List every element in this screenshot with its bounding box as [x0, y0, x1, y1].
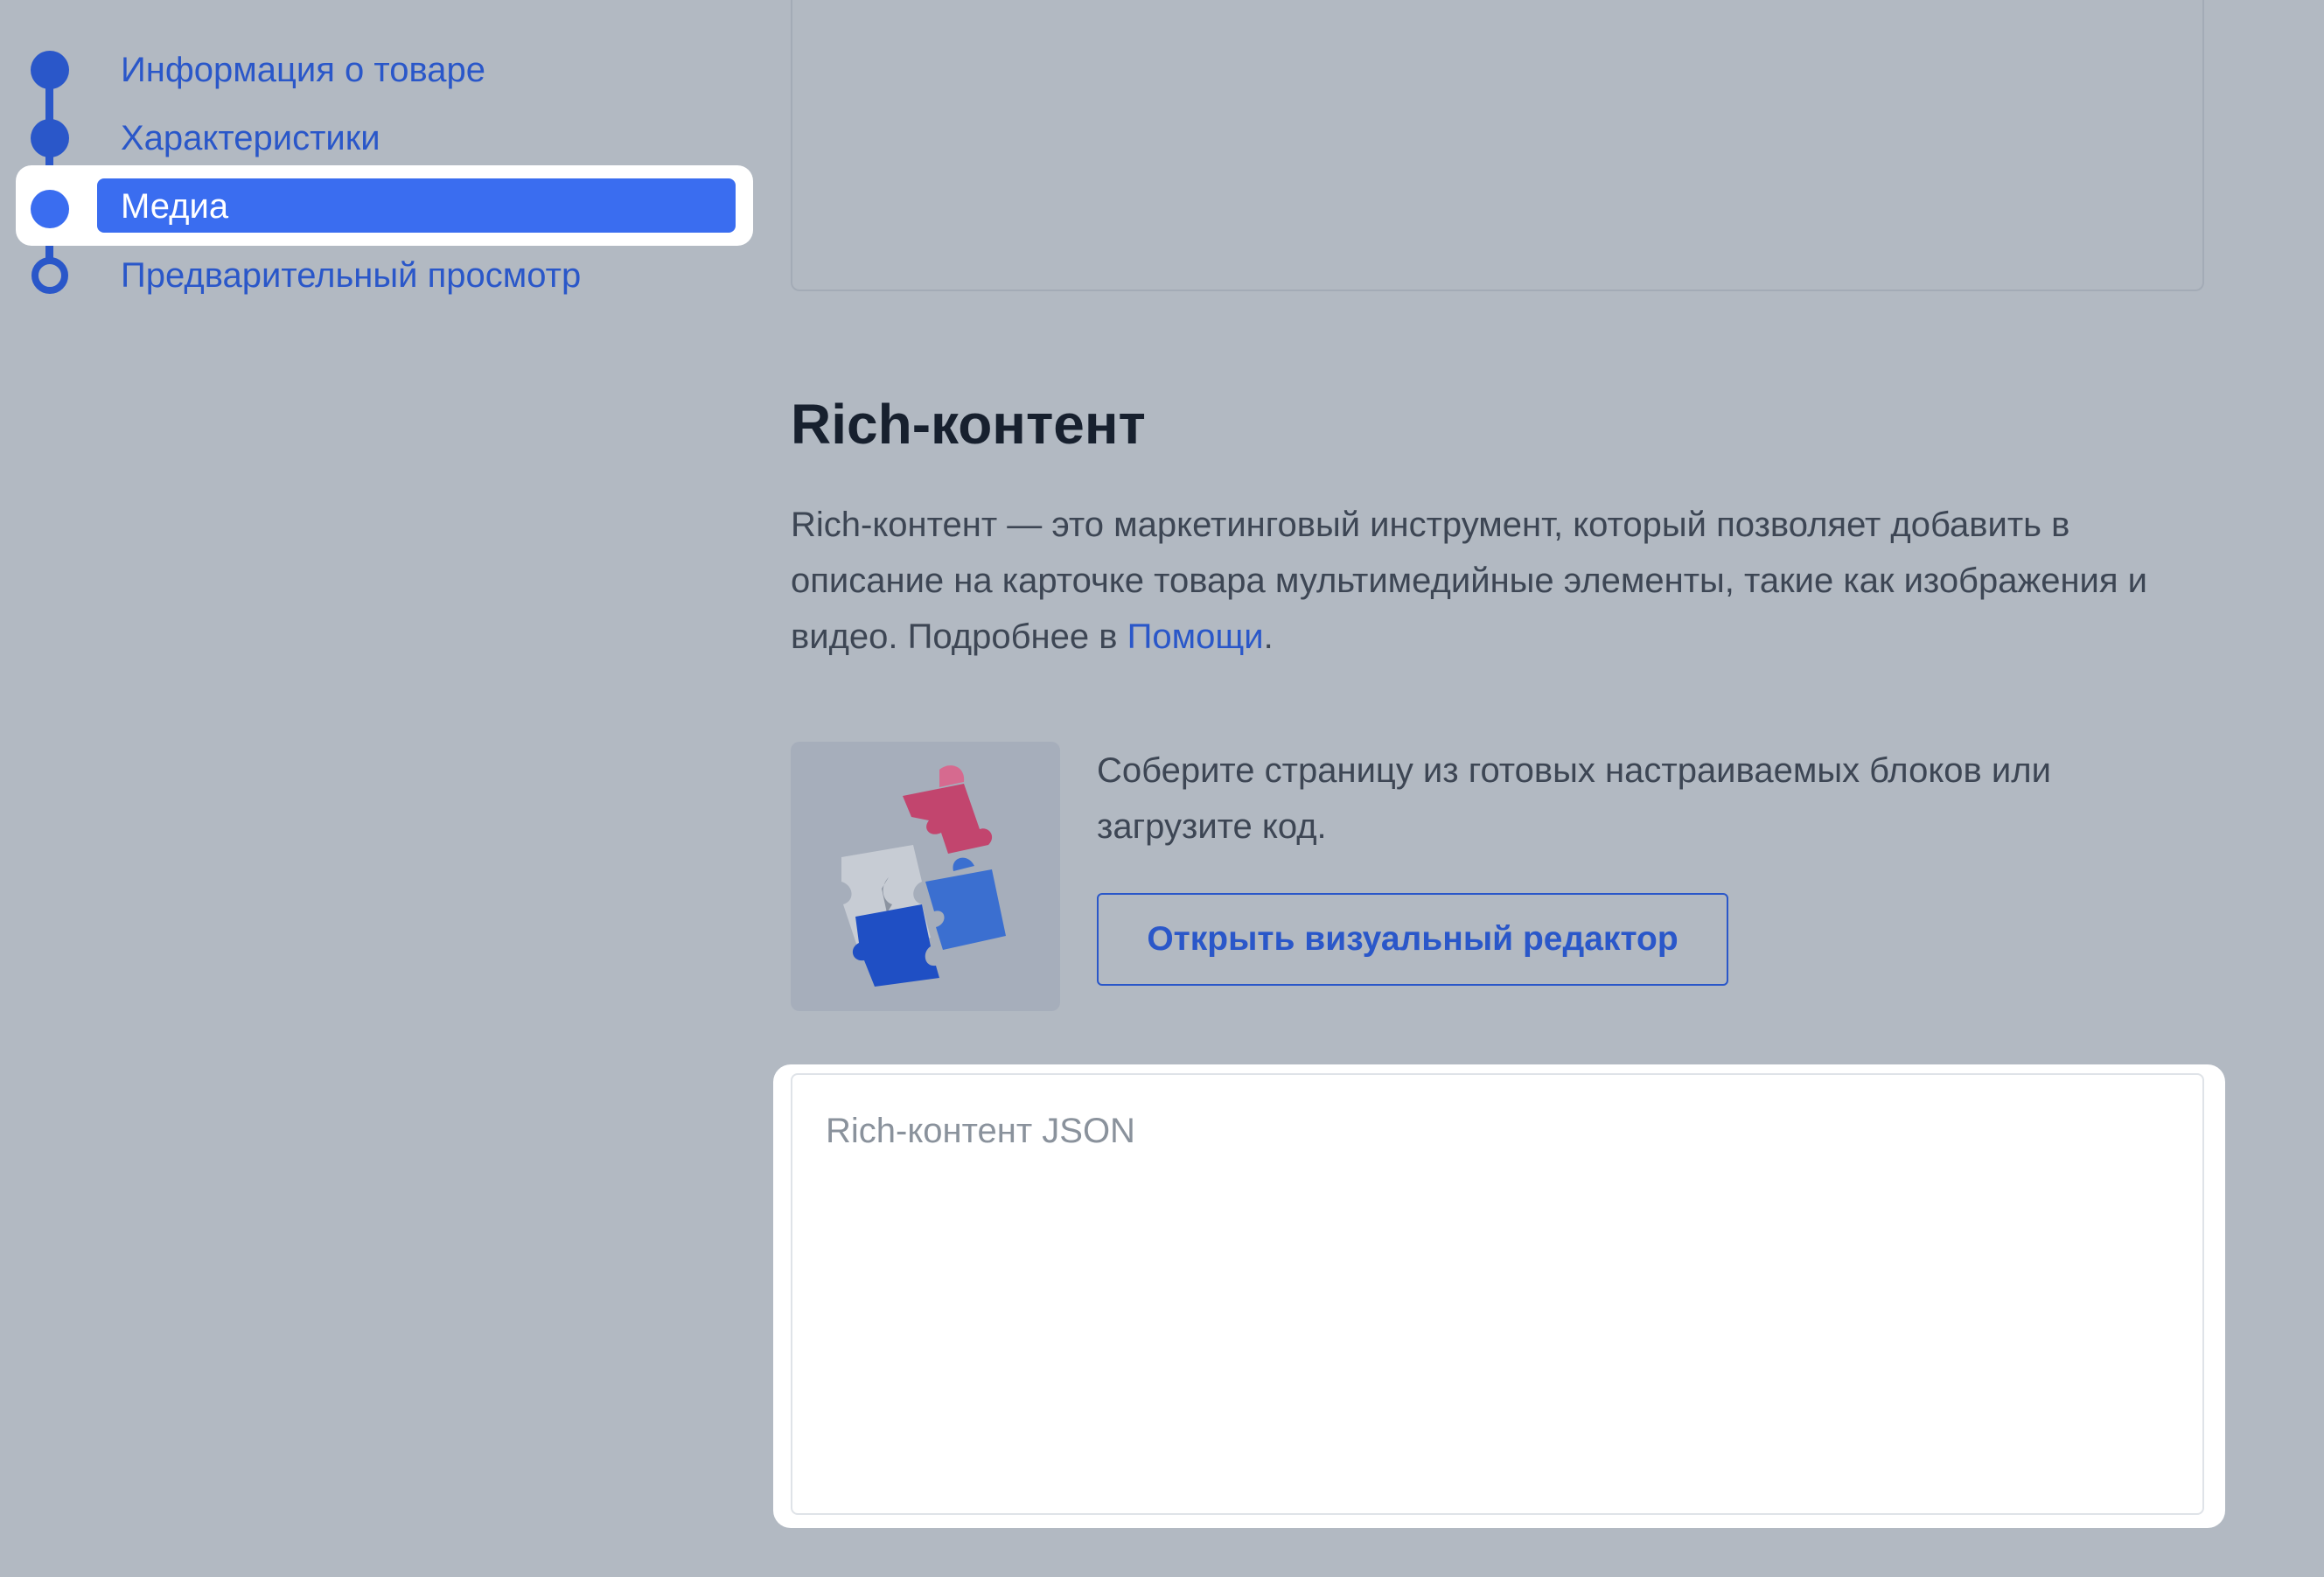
- rich-content-json-textarea[interactable]: [791, 1073, 2204, 1515]
- rich-content-title: Rich-контент: [791, 393, 1146, 456]
- step-label: Информация о товаре: [121, 51, 486, 89]
- step-done-dot-icon: [31, 119, 69, 157]
- puzzle-pieces-icon: [791, 742, 1060, 1011]
- step-pending-ring-icon: [31, 257, 68, 294]
- step-done-dot-icon: [31, 51, 69, 89]
- description-end: .: [1263, 618, 1274, 656]
- step-characteristics[interactable]: Характеристики: [0, 112, 770, 164]
- step-label: Предварительный просмотр: [121, 256, 582, 295]
- step-label: Медиа: [121, 187, 229, 226]
- open-visual-editor-button[interactable]: Открыть визуальный редактор: [1097, 893, 1728, 986]
- promo-text: Соберите страницу из готовых настраиваем…: [1097, 751, 2051, 846]
- product-steps-nav: Информация о товаре Характеристики Медиа…: [0, 0, 770, 332]
- json-field-highlight: [773, 1064, 2225, 1528]
- previous-section-box: [791, 0, 2204, 291]
- step-label: Характеристики: [121, 119, 380, 157]
- step-product-info[interactable]: Информация о товаре: [0, 44, 770, 96]
- help-link[interactable]: Помощи: [1127, 618, 1264, 656]
- step-preview[interactable]: Предварительный просмотр: [0, 249, 770, 302]
- step-active-dot-icon: [31, 190, 69, 228]
- description-text: Rich-контент — это маркетинговый инструм…: [791, 506, 2148, 656]
- rich-content-description: Rich-контент — это маркетинговый инструм…: [791, 497, 2208, 665]
- step-media[interactable]: Медиа: [0, 166, 770, 233]
